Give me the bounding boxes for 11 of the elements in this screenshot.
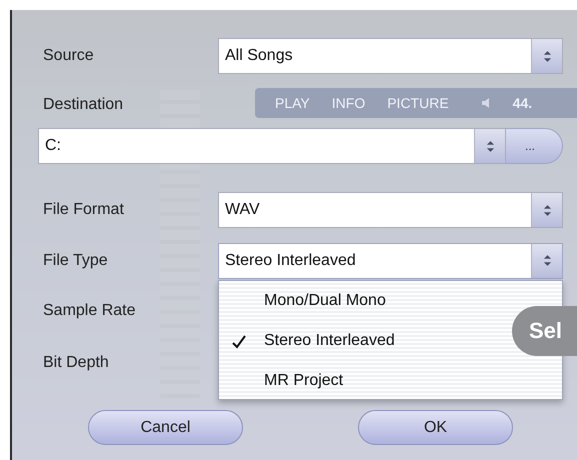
background-tab-label: PLAY <box>275 95 310 111</box>
background-reading: 44. <box>512 95 532 111</box>
field-label: File Type <box>42 252 109 270</box>
field-label: Bit Depth <box>42 354 110 372</box>
field-label: Source <box>42 47 95 65</box>
background-tab-label: PICTURE <box>387 95 449 111</box>
field-label: Sample Rate <box>42 302 136 320</box>
background-tab-label: INFO <box>332 95 366 111</box>
field-label: File Format <box>42 201 125 219</box>
field-label: Destination <box>42 96 124 114</box>
floating-toast: Sel <box>512 306 577 356</box>
